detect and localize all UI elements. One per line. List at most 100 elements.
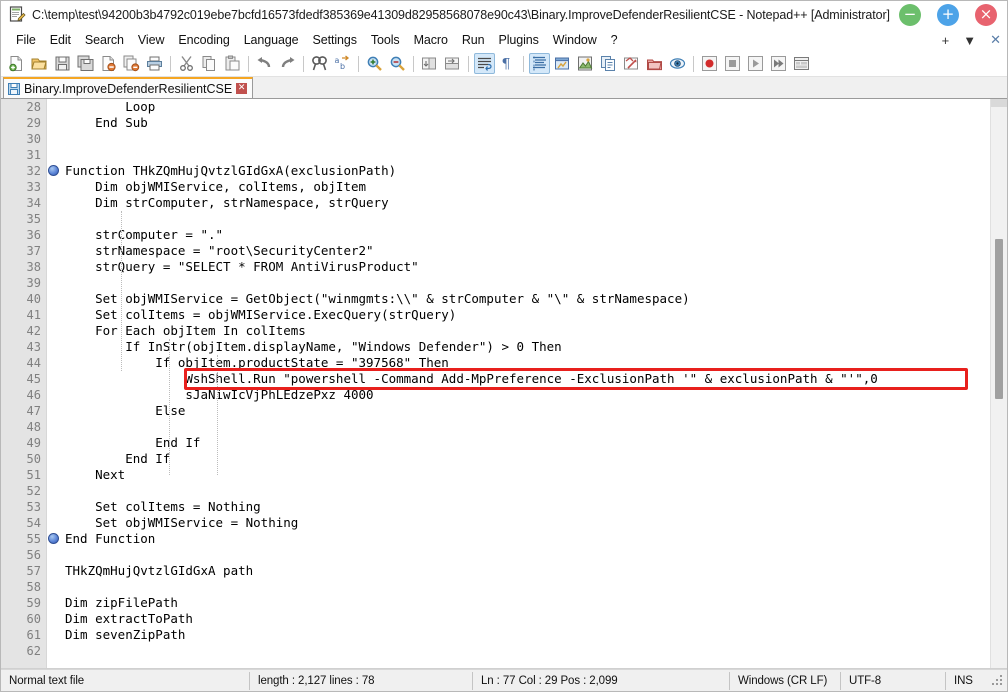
code-line[interactable]: Dim zipFilePath	[61, 595, 990, 611]
code-line[interactable]: THkZQmHujQvtzlGIdGxA path	[61, 563, 990, 579]
new-tab-icon[interactable]: +	[942, 33, 950, 48]
code-area[interactable]: Loop End Sub Function THkZQmHujQvtzlGIdGx…	[61, 99, 990, 668]
document-tab[interactable]: Binary.ImproveDefenderResilientCSE ✕	[3, 77, 254, 98]
code-line[interactable]: sJaNiwIcVjPhLEdzePxz 4000	[61, 387, 990, 403]
sync-vertical-scroll-icon[interactable]	[419, 53, 440, 74]
zoom-in-icon[interactable]	[364, 53, 385, 74]
folder-as-workspace-icon[interactable]	[621, 53, 642, 74]
sync-horizontal-scroll-icon[interactable]	[442, 53, 463, 74]
code-line[interactable]: Loop	[61, 99, 990, 115]
menu-item-search[interactable]: Search	[78, 31, 131, 49]
play-macro-icon[interactable]	[745, 53, 766, 74]
menu-item-encoding[interactable]: Encoding	[171, 31, 236, 49]
code-line[interactable]: Set objWMIService = GetObject("winmgmts:…	[61, 291, 990, 307]
fold-marker[interactable]	[47, 163, 61, 179]
save-macro-icon[interactable]	[791, 53, 812, 74]
status-eol-format[interactable]: Windows (CR LF)	[730, 670, 840, 692]
document-map-icon[interactable]	[575, 53, 596, 74]
find-icon[interactable]	[309, 53, 330, 74]
maximize-button[interactable]: +	[937, 3, 959, 26]
monitoring-icon[interactable]	[667, 53, 688, 74]
menu-item-tools[interactable]: Tools	[364, 31, 407, 49]
code-line[interactable]	[61, 211, 990, 227]
status-insert-mode[interactable]: INS	[946, 670, 988, 692]
code-line[interactable]: Dim sevenZipPath	[61, 627, 990, 643]
close-icon[interactable]: ✕	[236, 83, 248, 94]
clipboard-history-icon[interactable]	[644, 53, 665, 74]
print-icon[interactable]	[144, 53, 165, 74]
menu-item-file[interactable]: File	[9, 31, 43, 49]
code-line[interactable]	[61, 419, 990, 435]
code-line[interactable]: End Function	[61, 531, 990, 547]
user-defined-dialog-icon[interactable]	[552, 53, 573, 74]
code-line[interactable]: Dim strComputer, strNamespace, strQuery	[61, 195, 990, 211]
save-icon[interactable]	[52, 53, 73, 74]
resize-grip-icon[interactable]	[991, 674, 1005, 688]
paste-icon[interactable]	[222, 53, 243, 74]
menu-item-settings[interactable]: Settings	[306, 31, 364, 49]
menu-item-window[interactable]: Window	[546, 31, 604, 49]
code-line[interactable]: Next	[61, 467, 990, 483]
chevron-down-icon[interactable]: ▼	[963, 33, 976, 48]
menu-item-plugins[interactable]: Plugins	[491, 31, 545, 49]
fold-circle-icon[interactable]	[48, 165, 59, 176]
code-line[interactable]: Else	[61, 403, 990, 419]
record-macro-icon[interactable]	[699, 53, 720, 74]
close-button[interactable]: ×	[975, 3, 997, 26]
code-line[interactable]: strQuery = "SELECT * FROM AntiVirusProdu…	[61, 259, 990, 275]
fold-circle-icon[interactable]	[48, 533, 59, 544]
code-line[interactable]: strComputer = "."	[61, 227, 990, 243]
close-tab-icon[interactable]: ✕	[990, 32, 1001, 48]
close-all-icon[interactable]	[121, 53, 142, 74]
code-line[interactable]: Dim extractToPath	[61, 611, 990, 627]
replace-icon[interactable]: ab	[332, 53, 353, 74]
vertical-scrollbar-thumb[interactable]	[995, 239, 1003, 399]
run-macro-multiple-icon[interactable]	[768, 53, 789, 74]
code-line[interactable]	[61, 131, 990, 147]
menu-item-edit[interactable]: Edit	[43, 31, 78, 49]
code-line[interactable]	[61, 147, 990, 163]
fold-marker[interactable]	[47, 531, 61, 547]
code-line[interactable]: End If	[61, 435, 990, 451]
editor[interactable]: 28 29 30 31 32 33 34 35 36 37 38 39 40 41 42 43 44 45 46 47…	[1, 99, 1007, 669]
code-line[interactable]: End Sub	[61, 115, 990, 131]
code-line[interactable]	[61, 643, 990, 659]
save-all-icon[interactable]	[75, 53, 96, 74]
scroll-up-arrow[interactable]	[991, 99, 1007, 107]
zoom-out-icon[interactable]	[387, 53, 408, 74]
code-line[interactable]	[61, 579, 990, 595]
code-line[interactable]: Set objWMIService = Nothing	[61, 515, 990, 531]
code-line[interactable]: For Each objItem In colItems	[61, 323, 990, 339]
menu-item-language[interactable]: Language	[237, 31, 306, 49]
code-line[interactable]: Function THkZQmHujQvtzlGIdGxA(exclusionP…	[61, 163, 990, 179]
undo-icon[interactable]	[254, 53, 275, 74]
minimize-button[interactable]: −	[899, 3, 921, 26]
vertical-scrollbar[interactable]	[990, 99, 1007, 668]
code-line[interactable]: If InStr(objItem.displayName, "Windows D…	[61, 339, 990, 355]
show-all-characters-icon[interactable]: ¶	[497, 53, 518, 74]
code-line[interactable]: End If	[61, 451, 990, 467]
menu-item-help[interactable]: ?	[604, 31, 625, 49]
code-line[interactable]	[61, 275, 990, 291]
stop-recording-icon[interactable]	[722, 53, 743, 74]
close-file-icon[interactable]	[98, 53, 119, 74]
code-line[interactable]	[61, 547, 990, 563]
function-list-icon[interactable]	[598, 53, 619, 74]
code-line[interactable]: If objItem.productState = "397568" Then	[61, 355, 990, 371]
status-encoding[interactable]: UTF-8	[841, 670, 945, 692]
copy-icon[interactable]	[199, 53, 220, 74]
code-line[interactable]	[61, 483, 990, 499]
fold-margin[interactable]	[47, 99, 61, 668]
new-file-icon[interactable]	[6, 53, 27, 74]
code-line[interactable]: Dim objWMIService, colItems, objItem	[61, 179, 990, 195]
word-wrap-icon[interactable]	[474, 53, 495, 74]
code-line[interactable]: strNamespace = "root\SecurityCenter2"	[61, 243, 990, 259]
code-line[interactable]: Set colItems = Nothing	[61, 499, 990, 515]
menu-item-view[interactable]: View	[131, 31, 171, 49]
redo-icon[interactable]	[277, 53, 298, 74]
open-file-icon[interactable]	[29, 53, 50, 74]
code-line[interactable]: Set colItems = objWMIService.ExecQuery(s…	[61, 307, 990, 323]
menu-item-macro[interactable]: Macro	[407, 31, 455, 49]
indent-guide-icon[interactable]	[529, 53, 550, 74]
cut-icon[interactable]	[176, 53, 197, 74]
